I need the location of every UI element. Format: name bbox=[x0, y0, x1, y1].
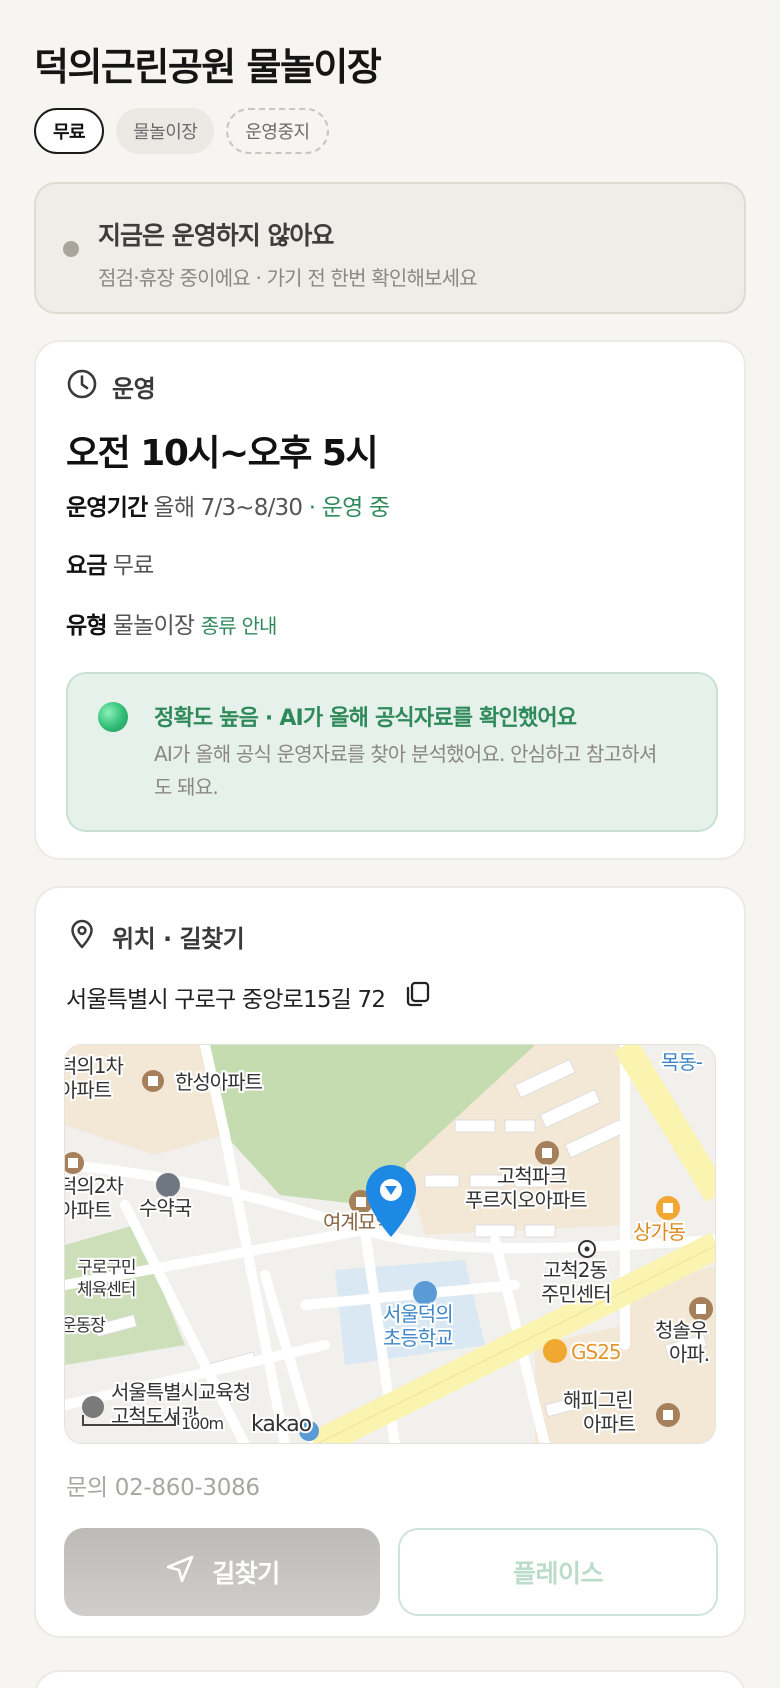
svg-text:덕의2차: 덕의2차 bbox=[65, 1174, 124, 1198]
location-label: 위치 · 길찾기 bbox=[112, 924, 245, 953]
svg-text:아파트: 아파트 bbox=[583, 1412, 636, 1436]
svg-text:해피그린: 해피그린 bbox=[563, 1388, 633, 1412]
svg-text:한성아파트: 한성아파트 bbox=[175, 1070, 263, 1094]
svg-text:푸르지오아파트: 푸르지오아파트 bbox=[465, 1188, 587, 1212]
location-map[interactable]: 덕의1차 아파트 한성아파트 덕의2차 아파트 수약국 구로구민 체육센터 운동… bbox=[64, 1044, 716, 1444]
closed-notice: 지금은 운영하지 않아요 점검·휴장 중이에요 · 가기 전 한번 확인해보세요 bbox=[34, 182, 746, 314]
svg-text:아파.: 아파. bbox=[669, 1342, 709, 1366]
svg-text:kakao: kakao bbox=[251, 1412, 312, 1437]
contact-phone[interactable]: 문의 02-860-3086 bbox=[66, 1468, 260, 1502]
notice-subtitle: 점검·휴장 중이에요 · 가기 전 한번 확인해보세요 bbox=[98, 266, 478, 290]
svg-text:100m: 100m bbox=[181, 1414, 224, 1433]
period-label: 운영기간 bbox=[66, 495, 148, 521]
period-row: 운영기간 올해 7/3~8/30 · 운영 중 bbox=[66, 488, 390, 522]
svg-text:아파트: 아파트 bbox=[65, 1198, 112, 1222]
operation-label: 운영 bbox=[112, 374, 156, 403]
fee-value: 무료 bbox=[112, 553, 155, 579]
page: 덕의근린공원 물놀이장 무료 물놀이장 운영중지 지금은 운영하지 않아요 점검… bbox=[0, 0, 780, 1688]
place-button-label: 플레이스 bbox=[512, 1559, 604, 1588]
period-status: · 운영 중 bbox=[308, 495, 390, 521]
ai-orb-icon bbox=[98, 702, 128, 732]
location-card: 위치 · 길찾기 서울특별시 구로구 중앙로15길 72 덕의1차 파트 한성아… bbox=[34, 886, 746, 1638]
type-guide-link[interactable]: 종류 안내 bbox=[201, 614, 278, 638]
fee-label: 요금 bbox=[66, 553, 108, 579]
fee-row: 요금 무료 bbox=[66, 546, 155, 580]
address-text: 서울특별시 구로구 중앙로15길 72 bbox=[66, 987, 386, 1013]
navigation-arrow-icon bbox=[164, 1553, 196, 1591]
ai-title: 정확도 높음 · AI가 올해 공식자료를 확인했어요 bbox=[154, 706, 577, 731]
svg-text:초등학교: 초등학교 bbox=[383, 1326, 453, 1350]
route-button-label: 길찾기 bbox=[212, 1559, 280, 1588]
svg-text:서울덕의: 서울덕의 bbox=[383, 1302, 453, 1326]
notice-title: 지금은 운영하지 않아요 bbox=[98, 221, 334, 250]
svg-text:GS25: GS25 bbox=[571, 1340, 621, 1364]
ai-confidence-box: 정확도 높음 · AI가 올해 공식자료를 확인했어요 AI가 올해 공식 운영… bbox=[66, 672, 718, 832]
svg-text:수약국: 수약국 bbox=[139, 1196, 192, 1220]
svg-text:고척2동: 고척2동 bbox=[543, 1258, 608, 1282]
svg-text:운동장: 운동장 bbox=[65, 1316, 106, 1336]
status-dot-icon bbox=[63, 241, 79, 257]
svg-text:아파트: 아파트 bbox=[65, 1078, 112, 1102]
operating-hours: 오전 10시~오후 5시 bbox=[66, 433, 379, 474]
copy-icon[interactable] bbox=[403, 980, 431, 1014]
svg-text:목동-: 목동- bbox=[661, 1050, 703, 1074]
clock-icon bbox=[66, 368, 98, 404]
page-title: 덕의근린공원 물놀이장 bbox=[34, 45, 382, 89]
svg-text:청솔우: 청솔우 bbox=[655, 1318, 708, 1342]
svg-text:체육센터: 체육센터 bbox=[77, 1280, 136, 1300]
type-row: 유형 물놀이장 종류 안내 bbox=[66, 606, 277, 640]
svg-text:서울특별시교육청: 서울특별시교육청 bbox=[111, 1380, 250, 1404]
period-value: 올해 7/3~8/30 bbox=[153, 495, 303, 521]
operation-header: 운영 bbox=[66, 368, 156, 404]
svg-text:덕의1차: 덕의1차 bbox=[65, 1054, 124, 1078]
type-value: 물놀이장 bbox=[112, 613, 195, 639]
ai-description: AI가 올해 공식 운영자료를 찾아 분석했어요. 안심하고 참고하셔도 돼요. bbox=[154, 742, 657, 799]
location-header: 위치 · 길찾기 bbox=[66, 918, 245, 954]
address-row: 서울특별시 구로구 중앙로15길 72 bbox=[66, 980, 431, 1014]
type-label: 유형 bbox=[66, 613, 108, 639]
svg-text:주민센터: 주민센터 bbox=[541, 1282, 611, 1306]
svg-text:고척파크: 고척파크 bbox=[497, 1164, 567, 1188]
tag-status[interactable]: 운영중지 bbox=[226, 108, 329, 154]
place-button[interactable]: 플레이스 bbox=[398, 1528, 718, 1616]
tag-type[interactable]: 물놀이장 bbox=[116, 108, 215, 154]
operation-card: 운영 오전 10시~오후 5시 운영기간 올해 7/3~8/30 · 운영 중 요… bbox=[34, 340, 746, 860]
route-button[interactable]: 길찾기 bbox=[64, 1528, 380, 1616]
tag-free[interactable]: 무료 bbox=[34, 108, 105, 154]
svg-text:구로구민: 구로구민 bbox=[77, 1258, 136, 1278]
next-card bbox=[34, 1670, 746, 1688]
location-pin-icon bbox=[66, 918, 98, 954]
svg-text:상가동: 상가동 bbox=[633, 1220, 686, 1244]
tag-list: 무료 물놀이장 운영중지 bbox=[34, 108, 329, 154]
